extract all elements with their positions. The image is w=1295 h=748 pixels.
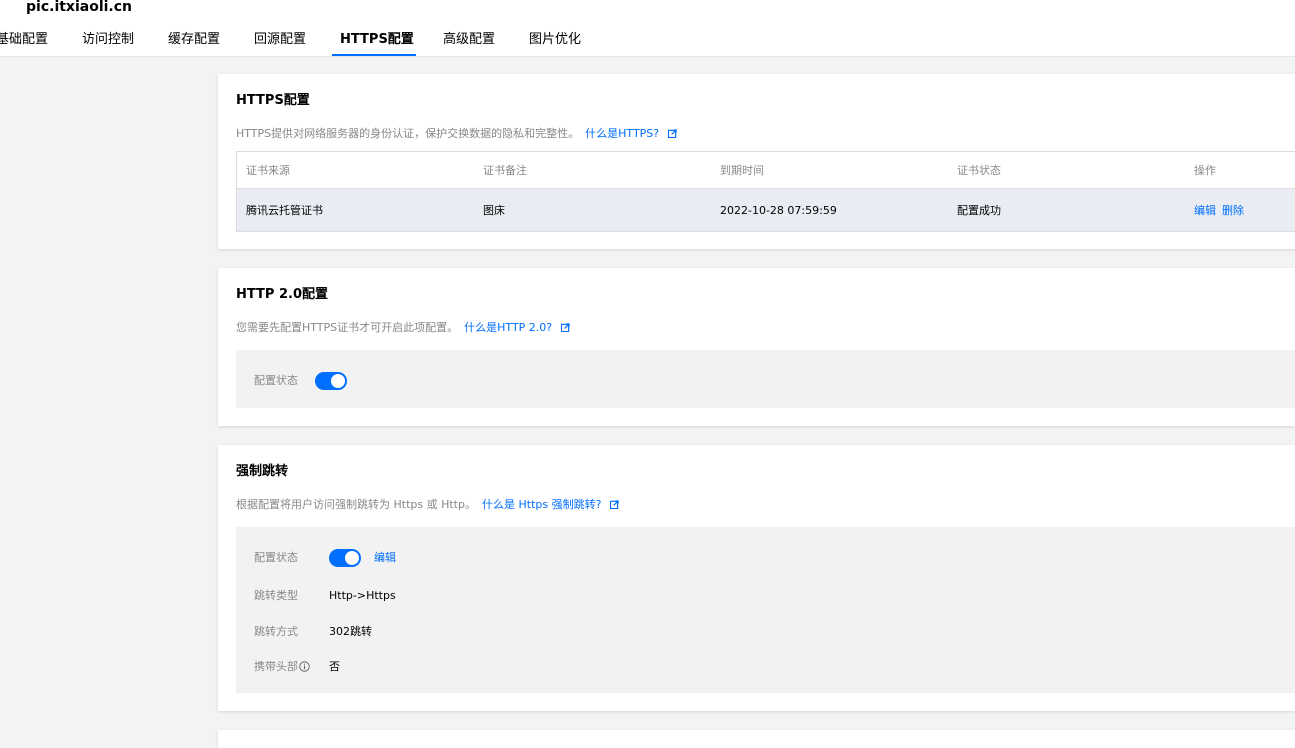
what-is-http2-link[interactable]: 什么是HTTP 2.0? bbox=[464, 321, 552, 334]
col-header-actions: 操作 bbox=[1185, 151, 1295, 189]
table-row: 腾讯云托管证书 图床 2022-10-28 07:59:59 配置成功 编辑 删除 bbox=[236, 188, 1295, 232]
http2-config-card: HTTP 2.0配置 您需要先配置HTTPS证书才可开启此项配置。 什么是HTTP… bbox=[218, 268, 1295, 426]
active-tab-indicator bbox=[332, 54, 416, 56]
delete-cert-link[interactable]: 删除 bbox=[1222, 204, 1244, 217]
redirect-type-label: 跳转类型 bbox=[254, 589, 298, 602]
http2-toggle[interactable] bbox=[315, 372, 347, 390]
cert-expire-cell: 2022-10-28 07:59:59 bbox=[711, 188, 948, 232]
top-bar: pic.itxiaoli.cn 基础配置 访问控制 缓存配置 回源配置 HTTP… bbox=[0, 0, 1295, 57]
cert-source-cell: 腾讯云托管证书 bbox=[236, 188, 474, 232]
external-link-icon[interactable] bbox=[561, 323, 570, 332]
https-desc-text: HTTPS提供对网络服务器的身份认证，保护交换数据的隐私和完整性。 bbox=[236, 127, 580, 140]
redirect-desc-text: 根据配置将用户访问强制跳转为 Https 或 Http。 bbox=[236, 498, 476, 511]
http2-card-title: HTTP 2.0配置 bbox=[236, 287, 328, 302]
next-config-card bbox=[218, 730, 1295, 748]
redirect-type-value: Http->Https bbox=[329, 589, 396, 602]
cert-note-cell: 图床 bbox=[474, 188, 711, 232]
certificate-table: 证书来源 证书备注 到期时间 证书状态 操作 腾讯云托管证书 图床 2022-1… bbox=[236, 151, 1295, 232]
external-link-icon[interactable] bbox=[610, 500, 620, 509]
tab-basic-config[interactable]: 基础配置 bbox=[0, 31, 48, 49]
tab-access-control[interactable]: 访问控制 bbox=[82, 31, 134, 49]
external-link-icon[interactable] bbox=[668, 129, 677, 138]
tab-origin-config[interactable]: 回源配置 bbox=[254, 31, 306, 49]
what-is-https-link[interactable]: 什么是HTTPS? bbox=[585, 127, 659, 140]
edit-cert-link[interactable]: 编辑 bbox=[1194, 204, 1216, 217]
tab-advanced-config[interactable]: 高级配置 bbox=[443, 31, 495, 49]
col-header-status: 证书状态 bbox=[948, 151, 1185, 189]
tab-cache-config[interactable]: 缓存配置 bbox=[168, 31, 220, 49]
https-card-title: HTTPS配置 bbox=[236, 93, 310, 108]
col-header-expire: 到期时间 bbox=[711, 151, 948, 189]
redirect-edit-link[interactable]: 编辑 bbox=[374, 551, 396, 565]
carry-header-value: 否 bbox=[329, 660, 340, 673]
redirect-card-title: 强制跳转 bbox=[236, 464, 289, 479]
info-icon[interactable] bbox=[299, 661, 310, 672]
what-is-https-redirect-link[interactable]: 什么是 Https 强制跳转? bbox=[482, 498, 601, 511]
tab-https-config[interactable]: HTTPS配置 bbox=[340, 31, 414, 49]
carry-header-label: 携带头部 bbox=[254, 660, 298, 673]
redirect-status-label: 配置状态 bbox=[254, 551, 298, 564]
redirect-settings-panel: 配置状态 编辑 跳转类型 Http->Https 跳转方式 302跳转 携带头部… bbox=[236, 527, 1295, 693]
domain-title: pic.itxiaoli.cn bbox=[26, 0, 133, 15]
toggle-knob bbox=[345, 551, 359, 565]
table-header-row: 证书来源 证书备注 到期时间 证书状态 操作 bbox=[236, 151, 1295, 189]
https-card-description: HTTPS提供对网络服务器的身份认证，保护交换数据的隐私和完整性。 什么是HTTP… bbox=[236, 127, 677, 141]
redirect-toggle[interactable] bbox=[329, 549, 361, 567]
http2-desc-text: 您需要先配置HTTPS证书才可开启此项配置。 bbox=[236, 321, 459, 334]
tab-image-optimization[interactable]: 图片优化 bbox=[529, 31, 581, 49]
force-redirect-card: 强制跳转 根据配置将用户访问强制跳转为 Https 或 Http。 什么是 Htt… bbox=[218, 445, 1295, 711]
cert-status-cell: 配置成功 bbox=[948, 188, 1185, 232]
redirect-method-label: 跳转方式 bbox=[254, 625, 298, 638]
http2-card-description: 您需要先配置HTTPS证书才可开启此项配置。 什么是HTTP 2.0? bbox=[236, 321, 570, 335]
redirect-method-value: 302跳转 bbox=[329, 625, 372, 638]
col-header-note: 证书备注 bbox=[474, 151, 711, 189]
cert-actions-cell: 编辑 删除 bbox=[1185, 188, 1295, 232]
http2-status-panel: 配置状态 bbox=[236, 350, 1295, 408]
col-header-source: 证书来源 bbox=[236, 151, 474, 189]
carry-header-row: 携带头部 bbox=[254, 660, 310, 674]
https-config-card: HTTPS配置 HTTPS提供对网络服务器的身份认证，保护交换数据的隐私和完整性… bbox=[218, 74, 1295, 249]
http2-status-label: 配置状态 bbox=[254, 374, 298, 387]
redirect-card-description: 根据配置将用户访问强制跳转为 Https 或 Http。 什么是 Https 强制… bbox=[236, 498, 620, 512]
toggle-knob bbox=[331, 374, 345, 388]
